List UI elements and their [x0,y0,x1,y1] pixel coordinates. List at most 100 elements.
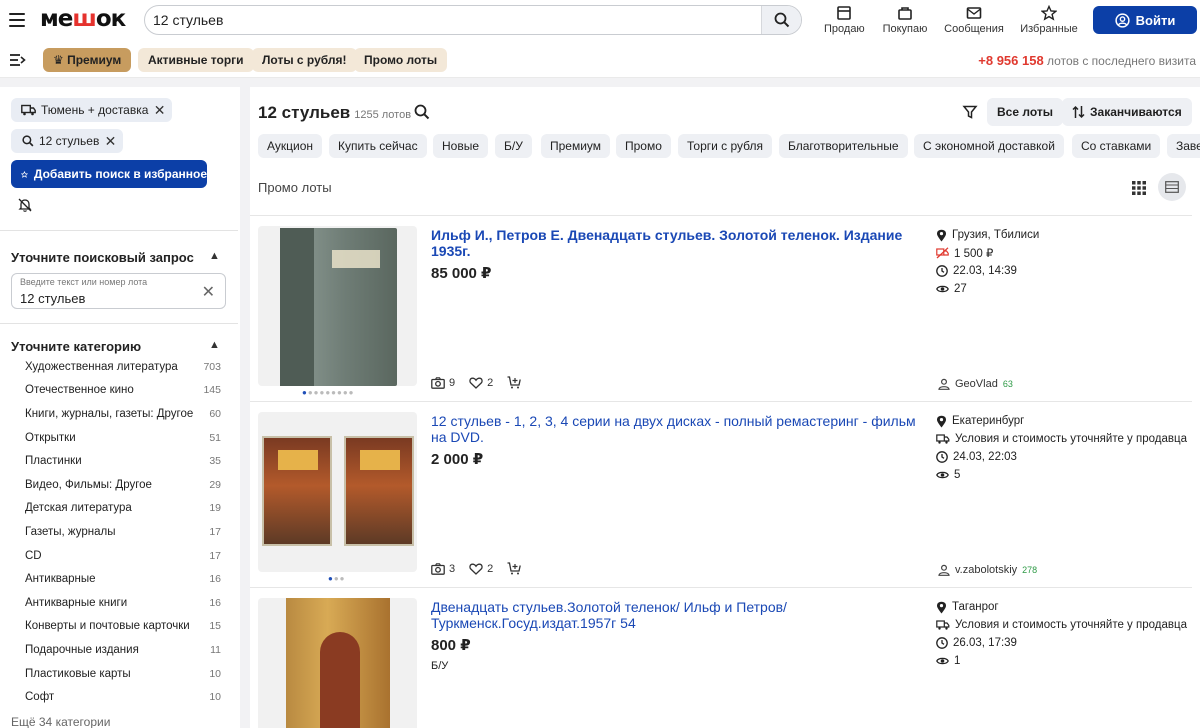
category-item[interactable]: CD 17 [25,544,221,568]
filter-auction[interactable]: Аукцион [258,134,322,158]
listing-image[interactable] [258,226,417,386]
category-item[interactable]: Видео, Фильмы: Другое 29 [25,473,221,497]
filter-more[interactable]: Заве [1167,134,1200,158]
category-item[interactable]: Открытки 51 [25,426,221,450]
category-item[interactable]: Книги, журналы, газеты: Другое 60 [25,402,221,426]
category-item[interactable]: Детская литература 19 [25,497,221,521]
filter-charity[interactable]: Благотворительные [779,134,908,158]
category-item[interactable]: Антикварные 16 [25,567,221,591]
listing-image[interactable] [258,412,417,572]
logo[interactable]: мешок [40,6,126,32]
ending-soon-button[interactable]: Заканчиваются [1062,98,1192,126]
chevron-up-icon[interactable]: ▲ [209,250,220,262]
filter-promo[interactable]: Промо [616,134,671,158]
category-item[interactable]: Пластинки 35 [25,449,221,473]
location-chip[interactable]: Тюмень + доставка ✕ [11,98,173,122]
filter-buy-now[interactable]: Купить сейчас [329,134,427,158]
nav-messages[interactable]: Сообщения [944,5,1004,37]
category-item[interactable]: Газеты, журналы 17 [25,520,221,544]
add-to-cart-button[interactable] [507,562,522,575]
chevron-up-icon[interactable]: ▲ [209,339,220,351]
category-item[interactable]: Отечественное кино 145 [25,379,221,403]
listing-image[interactable] [258,598,417,728]
eye-icon [936,285,949,293]
refine-query-field[interactable]: Введите текст или номер лота 12 стульев … [11,273,226,309]
listing-date: 22.03, 14:39 [936,262,1200,280]
sort-icon [1072,105,1085,119]
filter-from-ruble[interactable]: Торги с рубля [678,134,772,158]
category-item[interactable]: Художественная литература 703 [25,355,221,379]
seller[interactable]: v.zabolotskiy 278 [938,564,1037,576]
clock-icon [936,451,948,463]
bag-icon [898,7,912,20]
clock-icon [936,637,948,649]
all-lots-button[interactable]: Все лоты [987,98,1063,126]
photo-count[interactable]: 3 [431,563,455,575]
clock-icon [936,265,948,277]
like-button[interactable]: 2 [469,377,493,389]
filter-economy-delivery[interactable]: С экономной доставкой [914,134,1064,158]
location-pin-icon [937,229,946,241]
listing-views: 5 [936,466,1200,484]
category-item[interactable]: Конверты и почтовые карточки 15 [25,615,221,639]
query-value[interactable]: 12 стульев [20,291,85,306]
collapse-menu-icon[interactable] [10,54,26,66]
listing-title[interactable]: Двенадцать стульев.Золотой теленок/ Ильф… [431,599,921,631]
add-search-to-favorites-button[interactable]: Добавить поиск в избранное [11,160,207,188]
listing-title[interactable]: 12 стульев - 1, 2, 3, 4 серии на двух ди… [431,413,921,445]
listing-card[interactable]: ●●●●●●●●● Ильф И., Петров Е. Двенадцать … [250,215,1192,401]
no-delivery-icon [936,247,949,259]
premium-pill[interactable]: ♛ Премиум [43,48,132,72]
filter-premium[interactable]: Премиум [541,134,611,158]
query-chip[interactable]: 12 стульев ✕ [11,129,124,153]
add-to-cart-button[interactable] [507,376,522,389]
search-icon [22,135,34,147]
listing-card[interactable]: ●●● 12 стульев - 1, 2, 3, 4 серии на дву… [250,401,1192,587]
image-pagination[interactable]: ●●● [328,574,346,583]
category-item[interactable]: Антикварные книги 16 [25,591,221,615]
image-pagination[interactable]: ●●●●●●●●● [302,388,355,397]
listing-date: 24.03, 22:03 [936,448,1200,466]
listing-info: Екатеринбург Условия и стоимость уточняй… [936,412,1200,484]
more-categories-link[interactable]: Ещё 34 категории [11,715,110,728]
promo-lots-pill[interactable]: Промо лоты [354,48,448,72]
list-view-button[interactable] [1158,173,1186,201]
search-input[interactable] [153,12,753,28]
search-icon[interactable] [414,104,430,120]
listing-title[interactable]: Ильф И., Петров Е. Двенадцать стульев. З… [431,227,921,259]
nav-buy[interactable]: Покупаю [882,5,928,37]
close-icon[interactable]: ✕ [105,129,117,153]
menu-icon[interactable] [9,13,25,27]
seller[interactable]: GeoVlad 63 [938,378,1013,390]
close-icon[interactable]: ✕ [154,98,166,122]
active-auctions-pill[interactable]: Активные торги [138,48,254,72]
listing-date: 26.03, 17:39 [936,634,1200,652]
like-button[interactable]: 2 [469,563,493,575]
listing-meta: 9 2 [431,376,522,389]
nav-favorites[interactable]: Избранные [1020,5,1078,37]
seller-name[interactable]: v.zabolotskiy [955,564,1017,576]
lots-from-ruble-pill[interactable]: Лоты с рубля! [252,48,357,72]
listing-card[interactable]: Двенадцать стульев.Золотой теленок/ Ильф… [250,587,1192,728]
photo-count[interactable]: 9 [431,377,455,389]
category-item[interactable]: Пластиковые карты 10 [25,662,221,686]
nav-sell[interactable]: Продаю [824,5,865,37]
bell-off-icon[interactable] [17,197,33,213]
listing-info: Грузия, Тбилиси 1 500 ₽ 22.03, 14:39 27 [936,226,1200,298]
login-button[interactable]: Войти [1093,6,1197,34]
grid-view-icon[interactable] [1132,181,1146,195]
filter-used[interactable]: Б/У [495,134,532,158]
heart-icon [469,563,483,575]
filter-new[interactable]: Новые [433,134,489,158]
listing-delivery: 1 500 ₽ [936,244,1200,262]
user-icon [938,564,950,576]
search-button[interactable] [761,6,801,34]
category-item[interactable]: Софт 10 [25,685,221,709]
filter-with-bids[interactable]: Со ставками [1072,134,1161,158]
filter-icon[interactable] [962,104,978,120]
seller-name[interactable]: GeoVlad [955,378,998,390]
listing-price: 2 000 ₽ [431,451,484,468]
category-item[interactable]: Подарочные издания 11 [25,638,221,662]
camera-icon [431,376,445,389]
clear-icon[interactable]: ✕ [202,282,215,302]
